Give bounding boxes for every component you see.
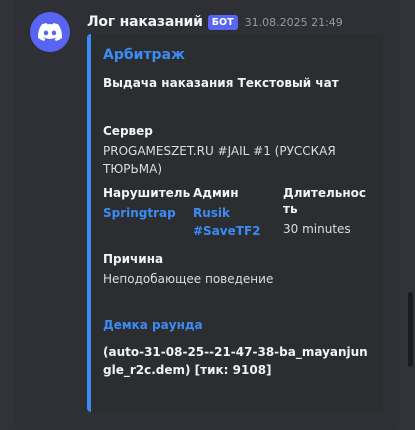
field-admin-label: Админ	[193, 186, 239, 200]
field-server-label: Сервер	[103, 124, 153, 138]
field-violator-label: Нарушитель	[103, 186, 191, 200]
field-violator: Нарушитель Springtrap	[103, 185, 193, 222]
demo-link[interactable]: Демка раунда	[103, 317, 373, 333]
field-demo: Демка раунда (auto-31-08-25--21-47-38-ba…	[103, 317, 373, 379]
field-duration-label: Длительность	[283, 186, 367, 216]
field-violator-value[interactable]: Springtrap	[103, 204, 193, 222]
demo-filename: (auto-31-08-25--21-47-38-ba_mayanjungle_…	[103, 345, 368, 377]
username[interactable]: Лог наказаний	[87, 14, 203, 30]
field-duration: Длительность 30 minutes	[283, 185, 367, 238]
field-duration-value: 30 minutes	[283, 222, 351, 236]
message-timestamp[interactable]: 31.08.2025 21:49	[245, 16, 343, 29]
field-admin-value[interactable]: Rusik #SaveTF2	[193, 204, 283, 240]
field-reason-value: Неподобающее поведение	[103, 272, 274, 286]
bot-badge: БОТ	[207, 14, 238, 30]
discord-logo-icon	[38, 23, 62, 41]
field-server: Сервер PROGAMESZET.RU #JAIL #1 (РУССКАЯ …	[103, 123, 373, 178]
discord-chat-view: Лог наказаний БОТ 31.08.2025 21:49 Арбит…	[0, 0, 415, 430]
field-admin: Админ Rusik #SaveTF2	[193, 185, 283, 240]
field-server-value: PROGAMESZET.RU #JAIL #1 (РУССКАЯ ТЮРЬМА)	[103, 144, 336, 176]
embed-description: Выдача наказания Текстовый чат	[103, 76, 339, 90]
field-reason: Причина Неподобающее поведение	[103, 251, 373, 288]
punishment-embed: Арбитраж Выдача наказания Текстовый чат …	[87, 34, 383, 412]
embed-title: Арбитраж	[103, 47, 185, 63]
field-reason-label: Причина	[103, 252, 164, 266]
message-header: Лог наказаний БОТ 31.08.2025 21:49	[87, 11, 343, 33]
scrollbar-thumb[interactable]	[408, 292, 413, 367]
avatar[interactable]	[30, 12, 70, 52]
